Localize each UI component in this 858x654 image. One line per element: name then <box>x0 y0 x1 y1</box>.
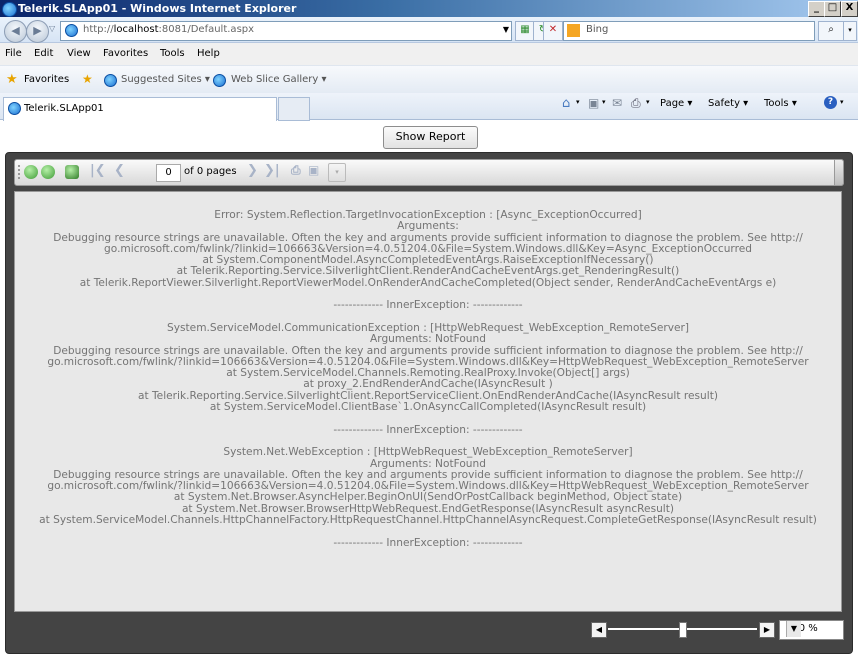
tab-page-icon <box>8 102 21 115</box>
export-format-dropdown[interactable]: ▾ <box>328 163 346 182</box>
menu-view[interactable]: View <box>67 48 91 59</box>
compatibility-icon[interactable]: ▦ <box>515 21 535 41</box>
show-report-button[interactable]: Show Report <box>383 126 478 149</box>
menu-edit[interactable]: Edit <box>34 48 53 59</box>
previous-page-icon[interactable]: ❮ <box>114 163 125 178</box>
zoom-slider-thumb[interactable] <box>679 622 687 638</box>
export-icon[interactable]: ▣ <box>308 163 319 177</box>
forward-report-icon[interactable] <box>41 165 55 179</box>
first-page-icon[interactable]: |❮ <box>90 163 106 178</box>
search-icon[interactable]: ⌕ <box>818 21 844 41</box>
suggested-sites-icon <box>104 74 117 87</box>
tab-row: Telerik.SLApp01 ⌂ ▾ ▣ ▾ ✉ ⎙ ▾ Page ▾ Saf… <box>0 93 858 121</box>
zoom-out-button[interactable]: ◀ <box>591 622 607 638</box>
zoom-level-select[interactable]: 100 % ▼ <box>779 620 844 640</box>
history-dropdown-icon[interactable]: ▽ <box>49 24 55 33</box>
add-favorite-icon[interactable]: ★ <box>82 72 93 86</box>
page-count-label: of 0 pages <box>184 166 237 177</box>
address-text: http://localhost:8081/Default.aspx <box>83 24 255 35</box>
window-title-bar: Telerik.SLApp01 - Windows Internet Explo… <box>0 0 858 17</box>
page-icon <box>65 24 78 37</box>
back-report-icon[interactable] <box>24 165 38 179</box>
print-dropdown-icon[interactable]: ▾ <box>646 98 650 106</box>
page-number-input[interactable]: 0 <box>156 164 181 182</box>
search-engine-label: Bing <box>586 24 609 35</box>
report-content-area: Error: System.Reflection.TargetInvocatio… <box>14 191 842 612</box>
maximize-button[interactable]: □ <box>824 1 841 17</box>
address-bar[interactable]: http://localhost:8081/Default.aspx ▼ <box>60 21 512 41</box>
menu-favorites[interactable]: Favorites <box>103 48 148 59</box>
tab-title: Telerik.SLApp01 <box>24 103 104 114</box>
back-button[interactable]: ◀ <box>4 20 27 43</box>
web-slice-gallery-link[interactable]: Web Slice Gallery ▾ <box>231 74 327 85</box>
home-dropdown-icon[interactable]: ▾ <box>576 98 580 106</box>
address-dropdown-icon[interactable]: ▼ <box>503 25 509 34</box>
next-page-icon[interactable]: ❯ <box>247 163 258 178</box>
minimize-button[interactable]: _ <box>808 1 825 17</box>
last-page-icon[interactable]: ❯| <box>264 163 280 178</box>
read-mail-icon[interactable]: ✉ <box>612 96 622 110</box>
menu-help[interactable]: Help <box>197 48 220 59</box>
tab-telerik-slapp01[interactable]: Telerik.SLApp01 <box>3 97 277 121</box>
safety-menu[interactable]: Safety ▾ <box>708 98 748 109</box>
help-icon[interactable]: ? <box>824 96 837 109</box>
favorites-button[interactable]: Favorites <box>24 74 69 85</box>
refresh-report-icon[interactable] <box>65 165 79 179</box>
close-button[interactable]: X <box>841 1 858 17</box>
help-dropdown-icon[interactable]: ▾ <box>840 98 844 106</box>
report-toolbar: |❮ ❮ 0 of 0 pages ❯ ❯| ⎙ ▣ ▾ <box>14 159 844 186</box>
page-menu[interactable]: Page ▾ <box>660 98 692 109</box>
menu-tools[interactable]: Tools <box>160 48 185 59</box>
home-icon[interactable]: ⌂ <box>562 96 570 111</box>
report-viewer: |❮ ❮ 0 of 0 pages ❯ ❯| ⎙ ▣ ▾ Error: Syst… <box>5 152 853 654</box>
zoom-dropdown-icon[interactable]: ▼ <box>786 621 801 637</box>
feeds-icon[interactable]: ▣ <box>588 96 599 110</box>
menu-bar: File Edit View Favorites Tools Help <box>0 43 858 65</box>
suggested-sites-link[interactable]: Suggested Sites ▾ <box>121 74 210 85</box>
new-tab-button[interactable] <box>278 97 310 121</box>
print-report-icon[interactable]: ⎙ <box>291 163 301 178</box>
address-row: ◀ ▶ ▽ http://localhost:8081/Default.aspx… <box>0 17 858 43</box>
stop-icon[interactable]: ✕ <box>543 21 563 41</box>
ie-logo-icon <box>2 2 17 17</box>
favorites-star-icon: ★ <box>6 72 18 87</box>
forward-button[interactable]: ▶ <box>26 20 49 43</box>
window-title: Telerik.SLApp01 - Windows Internet Explo… <box>18 2 297 15</box>
print-icon[interactable]: ⎙ <box>631 96 641 111</box>
bing-logo-icon <box>567 24 580 37</box>
page-content: Show Report |❮ ❮ 0 of 0 pages ❯ ❯| ⎙ ▣ ▾… <box>0 121 858 654</box>
search-options-icon[interactable]: ▾ <box>843 21 857 41</box>
favorites-bar: ★ Favorites ★ Suggested Sites ▾ Web Slic… <box>0 65 858 93</box>
menu-file[interactable]: File <box>5 48 22 59</box>
web-slice-icon <box>213 74 226 87</box>
tools-menu[interactable]: Tools ▾ <box>764 98 797 109</box>
toolbar-overflow-button[interactable] <box>834 159 844 186</box>
zoom-in-button[interactable]: ▶ <box>759 622 775 638</box>
feeds-dropdown-icon[interactable]: ▾ <box>602 98 606 106</box>
toolbar-grip <box>18 165 23 179</box>
error-message: Error: System.Reflection.TargetInvocatio… <box>39 209 817 549</box>
search-box[interactable]: Bing <box>563 21 815 41</box>
